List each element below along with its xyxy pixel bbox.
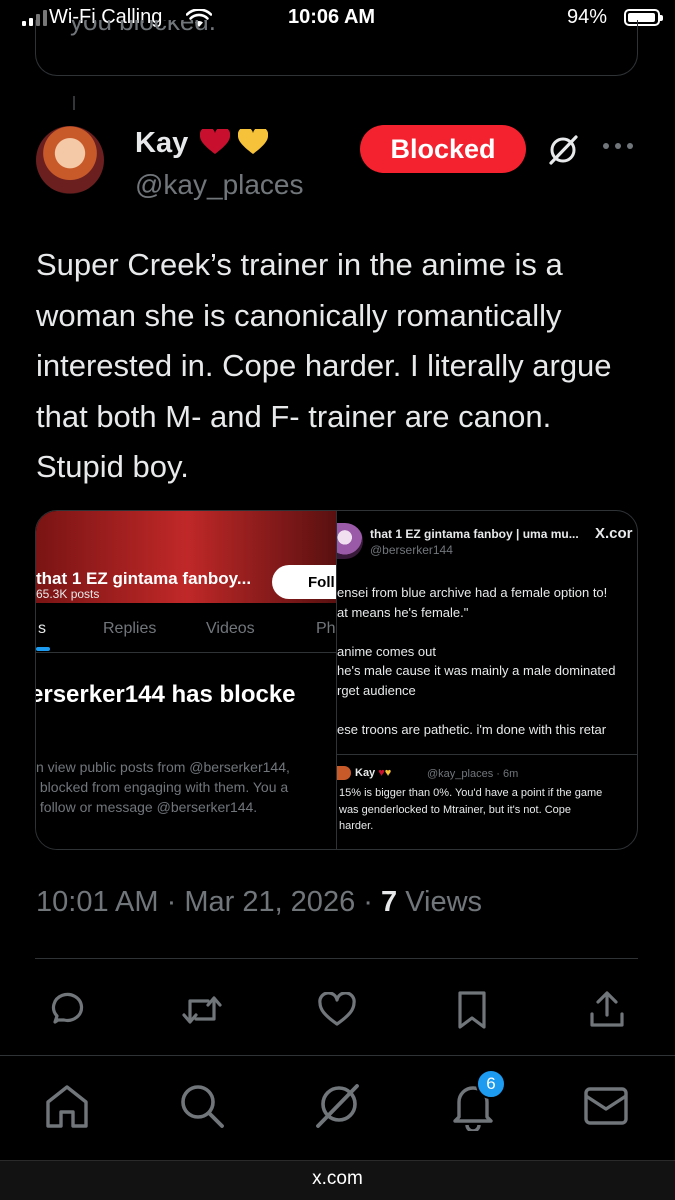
thread-connector <box>73 96 75 110</box>
profile-posts-count: 65.3K posts <box>36 587 100 601</box>
retweet-icon <box>182 996 222 1024</box>
notification-badge: 6 <box>476 1069 506 1099</box>
divider <box>337 754 637 755</box>
profile-tab: Ph <box>316 620 336 637</box>
nav-search[interactable] <box>174 1078 230 1134</box>
quoted-avatar <box>337 523 363 559</box>
divider <box>0 1055 675 1056</box>
profile-title: that 1 EZ gintama fanboy... <box>36 569 252 588</box>
divider <box>35 958 638 959</box>
reply-author: Kay ♥♥ <box>355 767 391 779</box>
yellow-heart-icon <box>238 126 269 154</box>
author-handle[interactable]: @kay_places <box>135 169 304 201</box>
more-options-icon[interactable] <box>601 140 635 152</box>
home-icon <box>46 1085 88 1128</box>
follow-button: Foll <box>272 565 336 599</box>
divider <box>36 652 336 653</box>
messages-icon <box>584 1087 628 1125</box>
tweet-text: Super Creek’s trainer in the anime is a … <box>36 247 612 484</box>
author-name[interactable]: Kay <box>135 126 269 160</box>
blocked-heading: erserker144 has blocke <box>36 681 296 708</box>
bookmark-button[interactable] <box>450 988 494 1032</box>
avatar[interactable] <box>36 126 104 194</box>
tweet-date: Mar 21, 2026 <box>184 886 356 918</box>
nav-grok[interactable] <box>310 1078 366 1134</box>
nav-messages[interactable] <box>578 1078 634 1134</box>
retweet-button[interactable] <box>180 988 224 1032</box>
nav-home[interactable] <box>39 1078 95 1134</box>
views-label: Views <box>405 886 483 918</box>
reply-icon <box>51 992 84 1024</box>
previous-tweet-text: you blocked. <box>70 20 216 36</box>
reply-body: 15% is bigger than 0%. You'd have a poin… <box>339 787 603 832</box>
blocked-button[interactable]: Blocked <box>360 125 526 173</box>
views-count: 7 <box>380 886 398 918</box>
quoted-body: ensei from blue archive had a female opt… <box>337 585 616 737</box>
tweet-time: 10:01 AM <box>36 886 159 918</box>
reply-avatar <box>337 766 351 780</box>
tweet-meta: 10:01 AM · Mar 21, 2026 · 7 Views <box>36 886 483 918</box>
share-button[interactable] <box>585 988 629 1032</box>
yellow-heart-icon: ♥ <box>384 767 392 779</box>
search-icon <box>181 1085 224 1128</box>
reply-author-text: Kay <box>355 767 376 779</box>
blocked-info-text: n view public posts from @berserker144, … <box>36 759 290 815</box>
red-heart-icon <box>200 126 231 154</box>
quoted-handle: @berserker144 <box>370 543 453 557</box>
reply-meta: @kay_places · 6m <box>427 768 519 780</box>
x-logo-text: X.cor <box>595 525 633 542</box>
author-name-text: Kay <box>135 127 189 159</box>
bookmark-icon <box>458 991 486 1029</box>
like-button[interactable] <box>315 988 359 1032</box>
like-icon <box>318 992 356 1026</box>
url-text: x.com <box>312 1168 363 1189</box>
previous-tweet-card[interactable]: you blocked. <box>35 20 638 76</box>
profile-tab: Replies <box>103 620 157 637</box>
profile-tab: Videos <box>206 620 255 637</box>
grok-icon[interactable] <box>545 132 581 168</box>
media-left-screenshot: that 1 EZ gintama fanboy... 65.3K posts … <box>36 511 336 849</box>
share-icon <box>590 991 624 1027</box>
reply-button[interactable] <box>45 988 89 1032</box>
quoted-author: that 1 EZ gintama fanboy | uma mu... <box>370 527 579 541</box>
tweet-media-image[interactable]: that 1 EZ gintama fanboy... 65.3K posts … <box>35 510 638 850</box>
grok-icon <box>316 1084 359 1128</box>
tab-indicator <box>36 647 50 651</box>
profile-tab: s <box>38 620 46 637</box>
media-right-screenshot: that 1 EZ gintama fanboy | uma mu... X.c… <box>337 511 637 849</box>
